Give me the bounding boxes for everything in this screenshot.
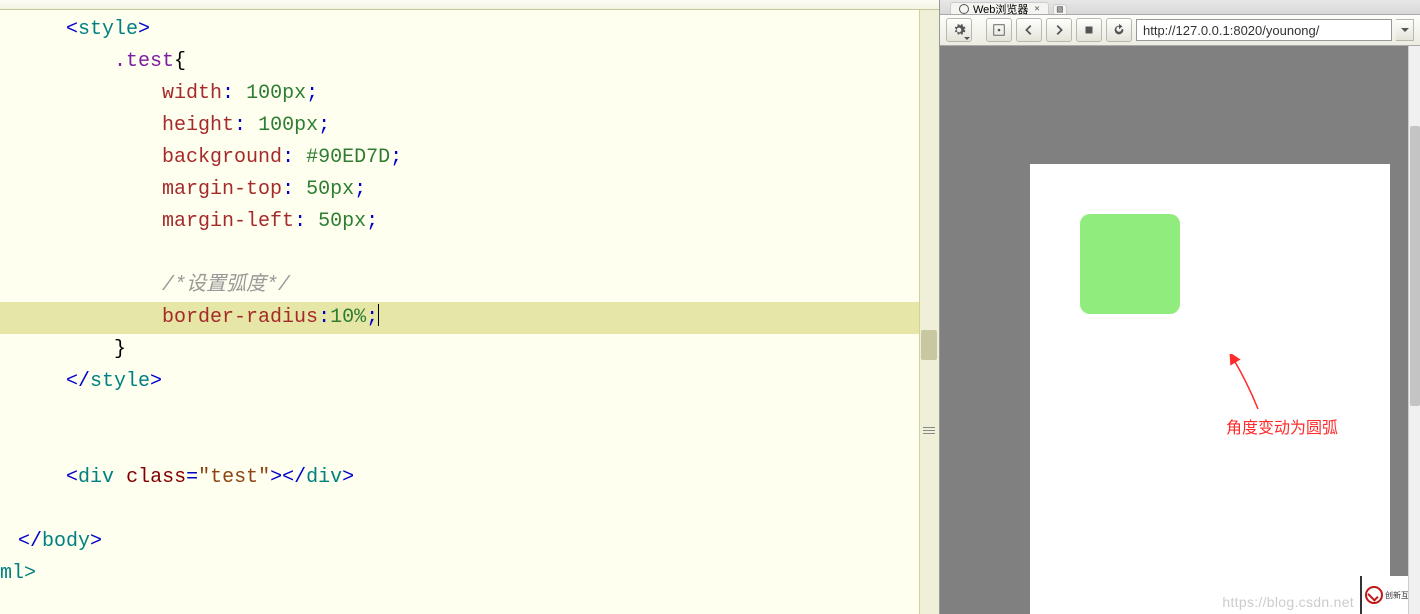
text-caret	[378, 304, 379, 326]
tool-button[interactable]	[986, 18, 1012, 42]
browser-toolbar: http://127.0.0.1:8020/younong/	[940, 14, 1420, 46]
arrow-left-icon	[1022, 23, 1036, 37]
code-line	[0, 430, 939, 462]
editor-tab-strip	[0, 0, 939, 10]
refresh-icon	[1112, 23, 1126, 37]
css-comment: /*设置弧度*/	[162, 274, 290, 297]
preview-viewport: 角度变动为圆弧 https://blog.csdn.net 创新互联	[940, 46, 1420, 614]
browser-tab-row: Web浏览器 ✕ ▧	[940, 0, 1420, 14]
settings-button[interactable]	[946, 18, 972, 42]
code-area[interactable]: <style> .test{ width: 100px; height: 100…	[0, 10, 939, 614]
code-line: </body>	[0, 526, 939, 558]
gear-icon	[952, 23, 966, 37]
test-box	[1080, 214, 1180, 314]
css-selector: .test	[114, 50, 174, 73]
stop-button[interactable]	[1076, 18, 1102, 42]
stop-icon	[1082, 23, 1096, 37]
annotation-arrow-icon	[1228, 354, 1268, 414]
code-line: .test{	[0, 46, 939, 78]
chevron-down-icon	[964, 37, 970, 40]
url-dropdown-button[interactable]	[1396, 19, 1414, 41]
logo-mark-icon	[1365, 586, 1383, 604]
preview-scrollbar[interactable]	[1408, 46, 1420, 614]
scroll-thumb[interactable]	[921, 330, 937, 360]
close-icon[interactable]: ✕	[1034, 4, 1039, 14]
code-line: margin-left: 50px;	[0, 206, 939, 238]
code-line: <div class="test"></div>	[0, 462, 939, 494]
url-input[interactable]: http://127.0.0.1:8020/younong/	[1136, 19, 1392, 41]
browser-tab[interactable]: Web浏览器 ✕	[950, 2, 1049, 14]
code-line: background: #90ED7D;	[0, 142, 939, 174]
tag-style-open: style	[78, 18, 138, 41]
refresh-button[interactable]	[1106, 18, 1132, 42]
preview-scroll-thumb[interactable]	[1410, 126, 1420, 406]
globe-icon	[959, 4, 969, 14]
browser-tab-label: Web浏览器	[973, 1, 1028, 17]
url-text: http://127.0.0.1:8020/younong/	[1143, 23, 1319, 38]
code-line: /*设置弧度*/	[0, 270, 939, 302]
editor-scrollbar[interactable]	[919, 10, 939, 614]
code-line	[0, 238, 939, 270]
annotation-text: 角度变动为圆弧	[1226, 414, 1338, 438]
code-line: width: 100px;	[0, 78, 939, 110]
code-line	[0, 494, 939, 526]
code-line: </style>	[0, 366, 939, 398]
arrow-right-icon	[1052, 23, 1066, 37]
square-arrow-icon	[992, 23, 1006, 37]
code-line: height: 100px;	[0, 110, 939, 142]
code-line-current: border-radius:10%;	[0, 302, 939, 334]
editor-pane: <style> .test{ width: 100px; height: 100…	[0, 0, 940, 614]
new-tab-button[interactable]: ▧	[1053, 4, 1067, 14]
rendered-page	[1030, 164, 1390, 614]
code-line	[0, 398, 939, 430]
code-line: <style>	[0, 14, 939, 46]
back-button[interactable]	[1016, 18, 1042, 42]
watermark-text: https://blog.csdn.net	[1222, 594, 1354, 610]
app-root: <style> .test{ width: 100px; height: 100…	[0, 0, 1420, 614]
forward-button[interactable]	[1046, 18, 1072, 42]
scroll-grip-icon	[921, 425, 937, 439]
preview-pane: Web浏览器 ✕ ▧	[940, 0, 1420, 614]
code-line: }	[0, 334, 939, 366]
code-line: margin-top: 50px;	[0, 174, 939, 206]
code-line: ml>	[0, 558, 939, 590]
